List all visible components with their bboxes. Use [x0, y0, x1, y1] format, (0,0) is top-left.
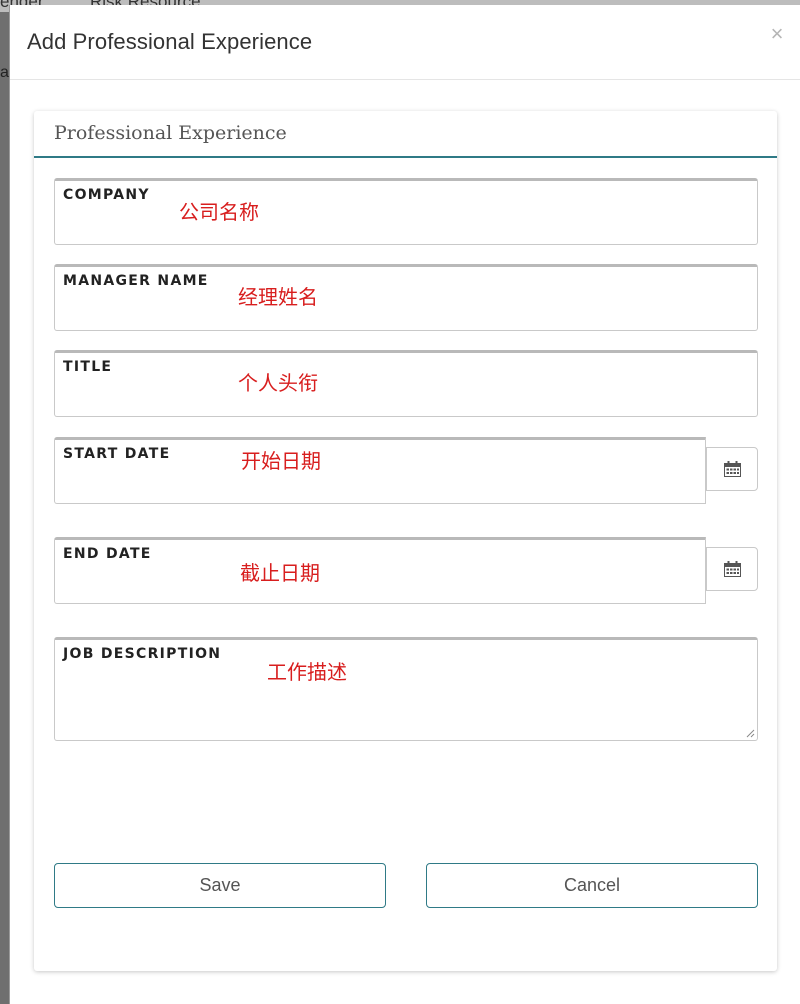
modal-title: Add Professional Experience — [27, 29, 313, 54]
start-date-value: 开始日期 — [241, 449, 321, 473]
title-field[interactable]: TITLE 个人头衔 — [54, 350, 758, 417]
end-date-picker-button[interactable] — [706, 547, 758, 591]
cancel-button[interactable]: Cancel — [426, 863, 758, 908]
calendar-icon — [724, 461, 741, 477]
job-description-textarea[interactable]: JOB DESCRIPTION 工作描述 — [54, 637, 758, 741]
manager-name-field[interactable]: MANAGER NAME 经理姓名 — [54, 264, 758, 331]
professional-experience-panel: Professional Experience COMPANY 公司名称 MAN… — [34, 111, 777, 971]
job-description-value: 工作描述 — [267, 660, 347, 684]
start-date-picker-button[interactable] — [706, 447, 758, 491]
manager-name-label: MANAGER NAME — [63, 273, 209, 289]
job-description-label: JOB DESCRIPTION — [63, 646, 222, 662]
manager-name-value: 经理姓名 — [238, 285, 318, 309]
company-value: 公司名称 — [179, 200, 259, 224]
save-button[interactable]: Save — [54, 863, 386, 908]
add-experience-modal: Add Professional Experience × Profession… — [9, 5, 800, 1004]
panel-title: Professional Experience — [54, 122, 287, 144]
title-value: 个人头衔 — [238, 371, 318, 395]
start-date-field[interactable]: START DATE 开始日期 — [54, 437, 706, 504]
company-label: COMPANY — [63, 187, 150, 203]
calendar-icon — [724, 561, 741, 577]
background-text: a — [0, 64, 9, 81]
title-label: TITLE — [63, 359, 113, 375]
close-icon[interactable]: × — [767, 23, 787, 45]
end-date-label: END DATE — [63, 546, 152, 562]
company-field[interactable]: COMPANY 公司名称 — [54, 178, 758, 245]
end-date-value: 截止日期 — [240, 561, 320, 585]
panel-heading: Professional Experience — [34, 111, 777, 158]
resize-handle-icon[interactable] — [745, 728, 755, 738]
end-date-field[interactable]: END DATE 截止日期 — [54, 537, 706, 604]
start-date-label: START DATE — [63, 446, 171, 462]
modal-header: Add Professional Experience × — [10, 5, 800, 80]
